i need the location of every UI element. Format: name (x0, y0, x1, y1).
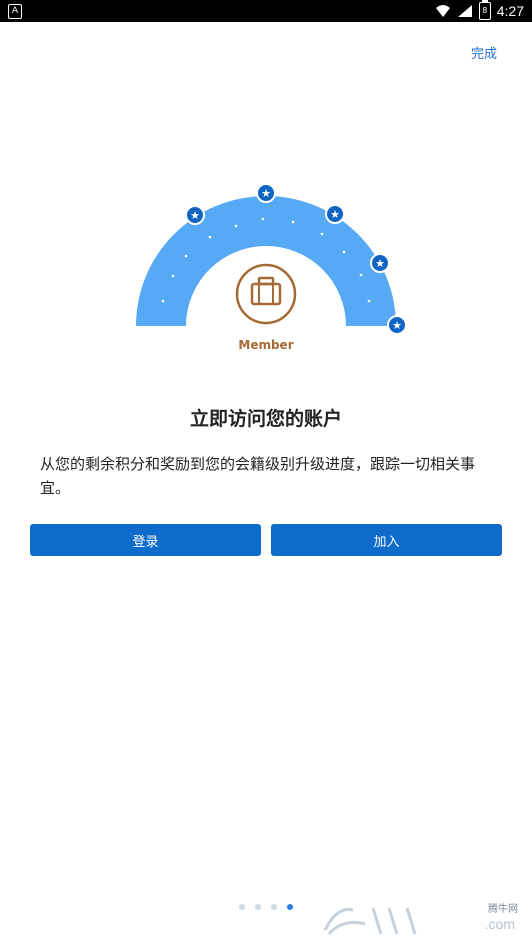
status-bar: A 8 4:27 (0, 0, 532, 22)
tier-star-icon: ★ (325, 204, 345, 224)
watermark-domain-suffix: .com (484, 916, 515, 932)
tier-arc-graphic: ★ ★ ★ ★ ★ Member (136, 183, 407, 352)
page-indicator (239, 904, 293, 910)
page-title: 立即访问您的账户 (189, 408, 342, 430)
login-button[interactable]: 登录 (30, 524, 261, 556)
description-text: 从您的剩余积分和奖励到您的会籍级别升级进度，跟踪一切相关事宜。 (40, 455, 476, 497)
page-dot[interactable] (255, 904, 261, 910)
watermark: 腾牛网 .com (313, 900, 518, 944)
status-time: 4:27 (496, 3, 524, 19)
join-button[interactable]: 加入 (271, 524, 502, 556)
battery-icon: 8 (478, 0, 491, 20)
member-tier-illustration: ★ ★ ★ ★ ★ Member (0, 170, 532, 370)
svg-text:★: ★ (330, 208, 340, 221)
wifi-icon (435, 5, 450, 17)
status-icons: 8 4:27 (435, 0, 524, 20)
tier-star-icon: ★ (387, 315, 407, 335)
tier-star-icon: ★ (185, 205, 205, 225)
member-badge-circle (235, 263, 297, 325)
watermark-site-label: 腾牛网 (488, 904, 518, 915)
watermark-logo (323, 907, 417, 936)
svg-text:★: ★ (392, 319, 402, 332)
page-dot-active[interactable] (287, 904, 293, 910)
member-badge-label: Member (238, 338, 293, 352)
tier-star-icon: ★ (256, 183, 276, 203)
tier-star-icon: ★ (370, 253, 390, 273)
app-notification-icon: A (8, 4, 22, 19)
svg-text:★: ★ (261, 187, 271, 200)
page-dot[interactable] (239, 904, 245, 910)
svg-text:★: ★ (375, 257, 385, 270)
svg-text:★: ★ (190, 209, 200, 222)
page-dot[interactable] (271, 904, 277, 910)
signal-icon (457, 5, 472, 17)
done-button[interactable]: 完成 (471, 43, 497, 62)
